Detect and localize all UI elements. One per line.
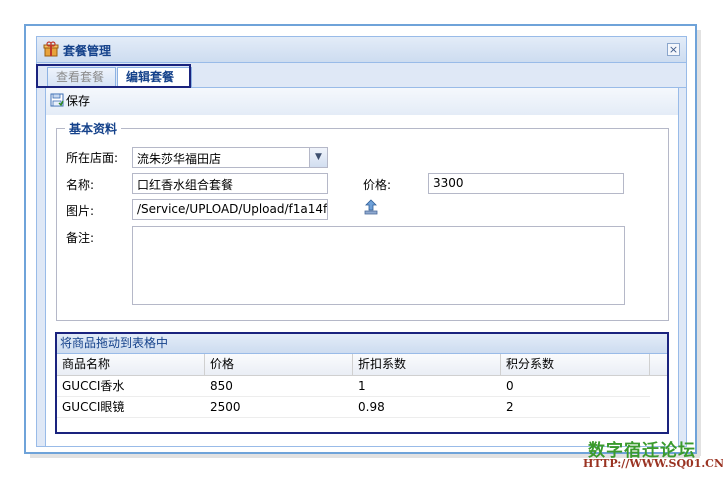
save-button[interactable]: 保存 — [50, 93, 90, 109]
tab-label: 编辑套餐 — [126, 70, 175, 84]
grid-column-header: 商品名称 价格 折扣系数 积分系数 — [57, 354, 667, 376]
cell-price: 850 — [210, 379, 233, 393]
name-input[interactable]: 口红香水组合套餐 — [132, 173, 328, 194]
price-input-value: 3300 — [433, 176, 464, 190]
close-icon: × — [668, 43, 679, 56]
table-row[interactable]: GUCCI眼镜 2500 0.98 2 — [57, 397, 650, 418]
cell-discount: 0.98 — [358, 400, 385, 414]
cell-product-name: GUCCI眼镜 — [62, 400, 125, 414]
name-label: 名称: — [66, 178, 95, 192]
chevron-down-icon[interactable]: ▼ — [309, 148, 327, 167]
image-label: 图片: — [66, 204, 95, 218]
cell-points: 0 — [506, 379, 514, 393]
window-titlebar: 套餐管理 × — [37, 37, 686, 63]
column-discount[interactable]: 折扣系数 — [353, 354, 501, 376]
column-points[interactable]: 积分系数 — [501, 354, 650, 376]
frame-shadow-right — [697, 30, 701, 456]
store-label: 所在店面: — [66, 151, 119, 165]
tab-strip: 查看套餐 编辑套餐 — [37, 63, 686, 88]
price-input[interactable]: 3300 — [428, 173, 624, 194]
image-path-input[interactable]: /Service/UPLOAD/Upload/f1a14f33 — [132, 199, 328, 220]
toolbar: 保存 — [45, 88, 679, 115]
tab-edit-package[interactable]: 编辑套餐 — [117, 67, 192, 88]
remark-textarea[interactable] — [132, 226, 625, 305]
column-price[interactable]: 价格 — [205, 354, 353, 376]
grid-title: 将商品拖动到表格中 — [57, 334, 667, 354]
watermark-url: HTTP://WWW.SQ01.CN — [583, 457, 723, 470]
window-title: 套餐管理 — [63, 44, 112, 58]
store-select-value: 流朱莎华福田店 — [137, 152, 222, 166]
table-row[interactable]: GUCCI香水 850 1 0 — [57, 376, 650, 397]
cell-price: 2500 — [210, 400, 241, 414]
close-button[interactable]: × — [667, 43, 680, 56]
basic-info-fieldset: 基本资料 所在店面: 流朱莎华福田店 ▼ 名称: 口红香水组合套餐 价格: 33… — [56, 120, 669, 321]
cell-product-name: GUCCI香水 — [62, 379, 125, 393]
cell-points: 2 — [506, 400, 514, 414]
cell-discount: 1 — [358, 379, 366, 393]
basic-info-legend: 基本资料 — [65, 120, 122, 137]
column-product-name[interactable]: 商品名称 — [57, 354, 205, 376]
product-grid: 将商品拖动到表格中 商品名称 价格 折扣系数 积分系数 GUCCI香水 850 … — [56, 333, 668, 433]
price-label: 价格: — [363, 178, 392, 192]
upload-icon[interactable] — [364, 199, 378, 215]
remark-label: 备注: — [66, 231, 95, 245]
package-icon — [43, 41, 59, 57]
tab-label: 查看套餐 — [56, 70, 105, 84]
image-path-value: /Service/UPLOAD/Upload/f1a14f33 — [137, 202, 328, 216]
store-select[interactable]: 流朱莎华福田店 ▼ — [132, 147, 328, 168]
name-input-value: 口红香水组合套餐 — [137, 178, 234, 192]
save-icon — [50, 93, 64, 107]
tab-view-package[interactable]: 查看套餐 — [47, 67, 116, 87]
save-label: 保存 — [66, 94, 91, 108]
